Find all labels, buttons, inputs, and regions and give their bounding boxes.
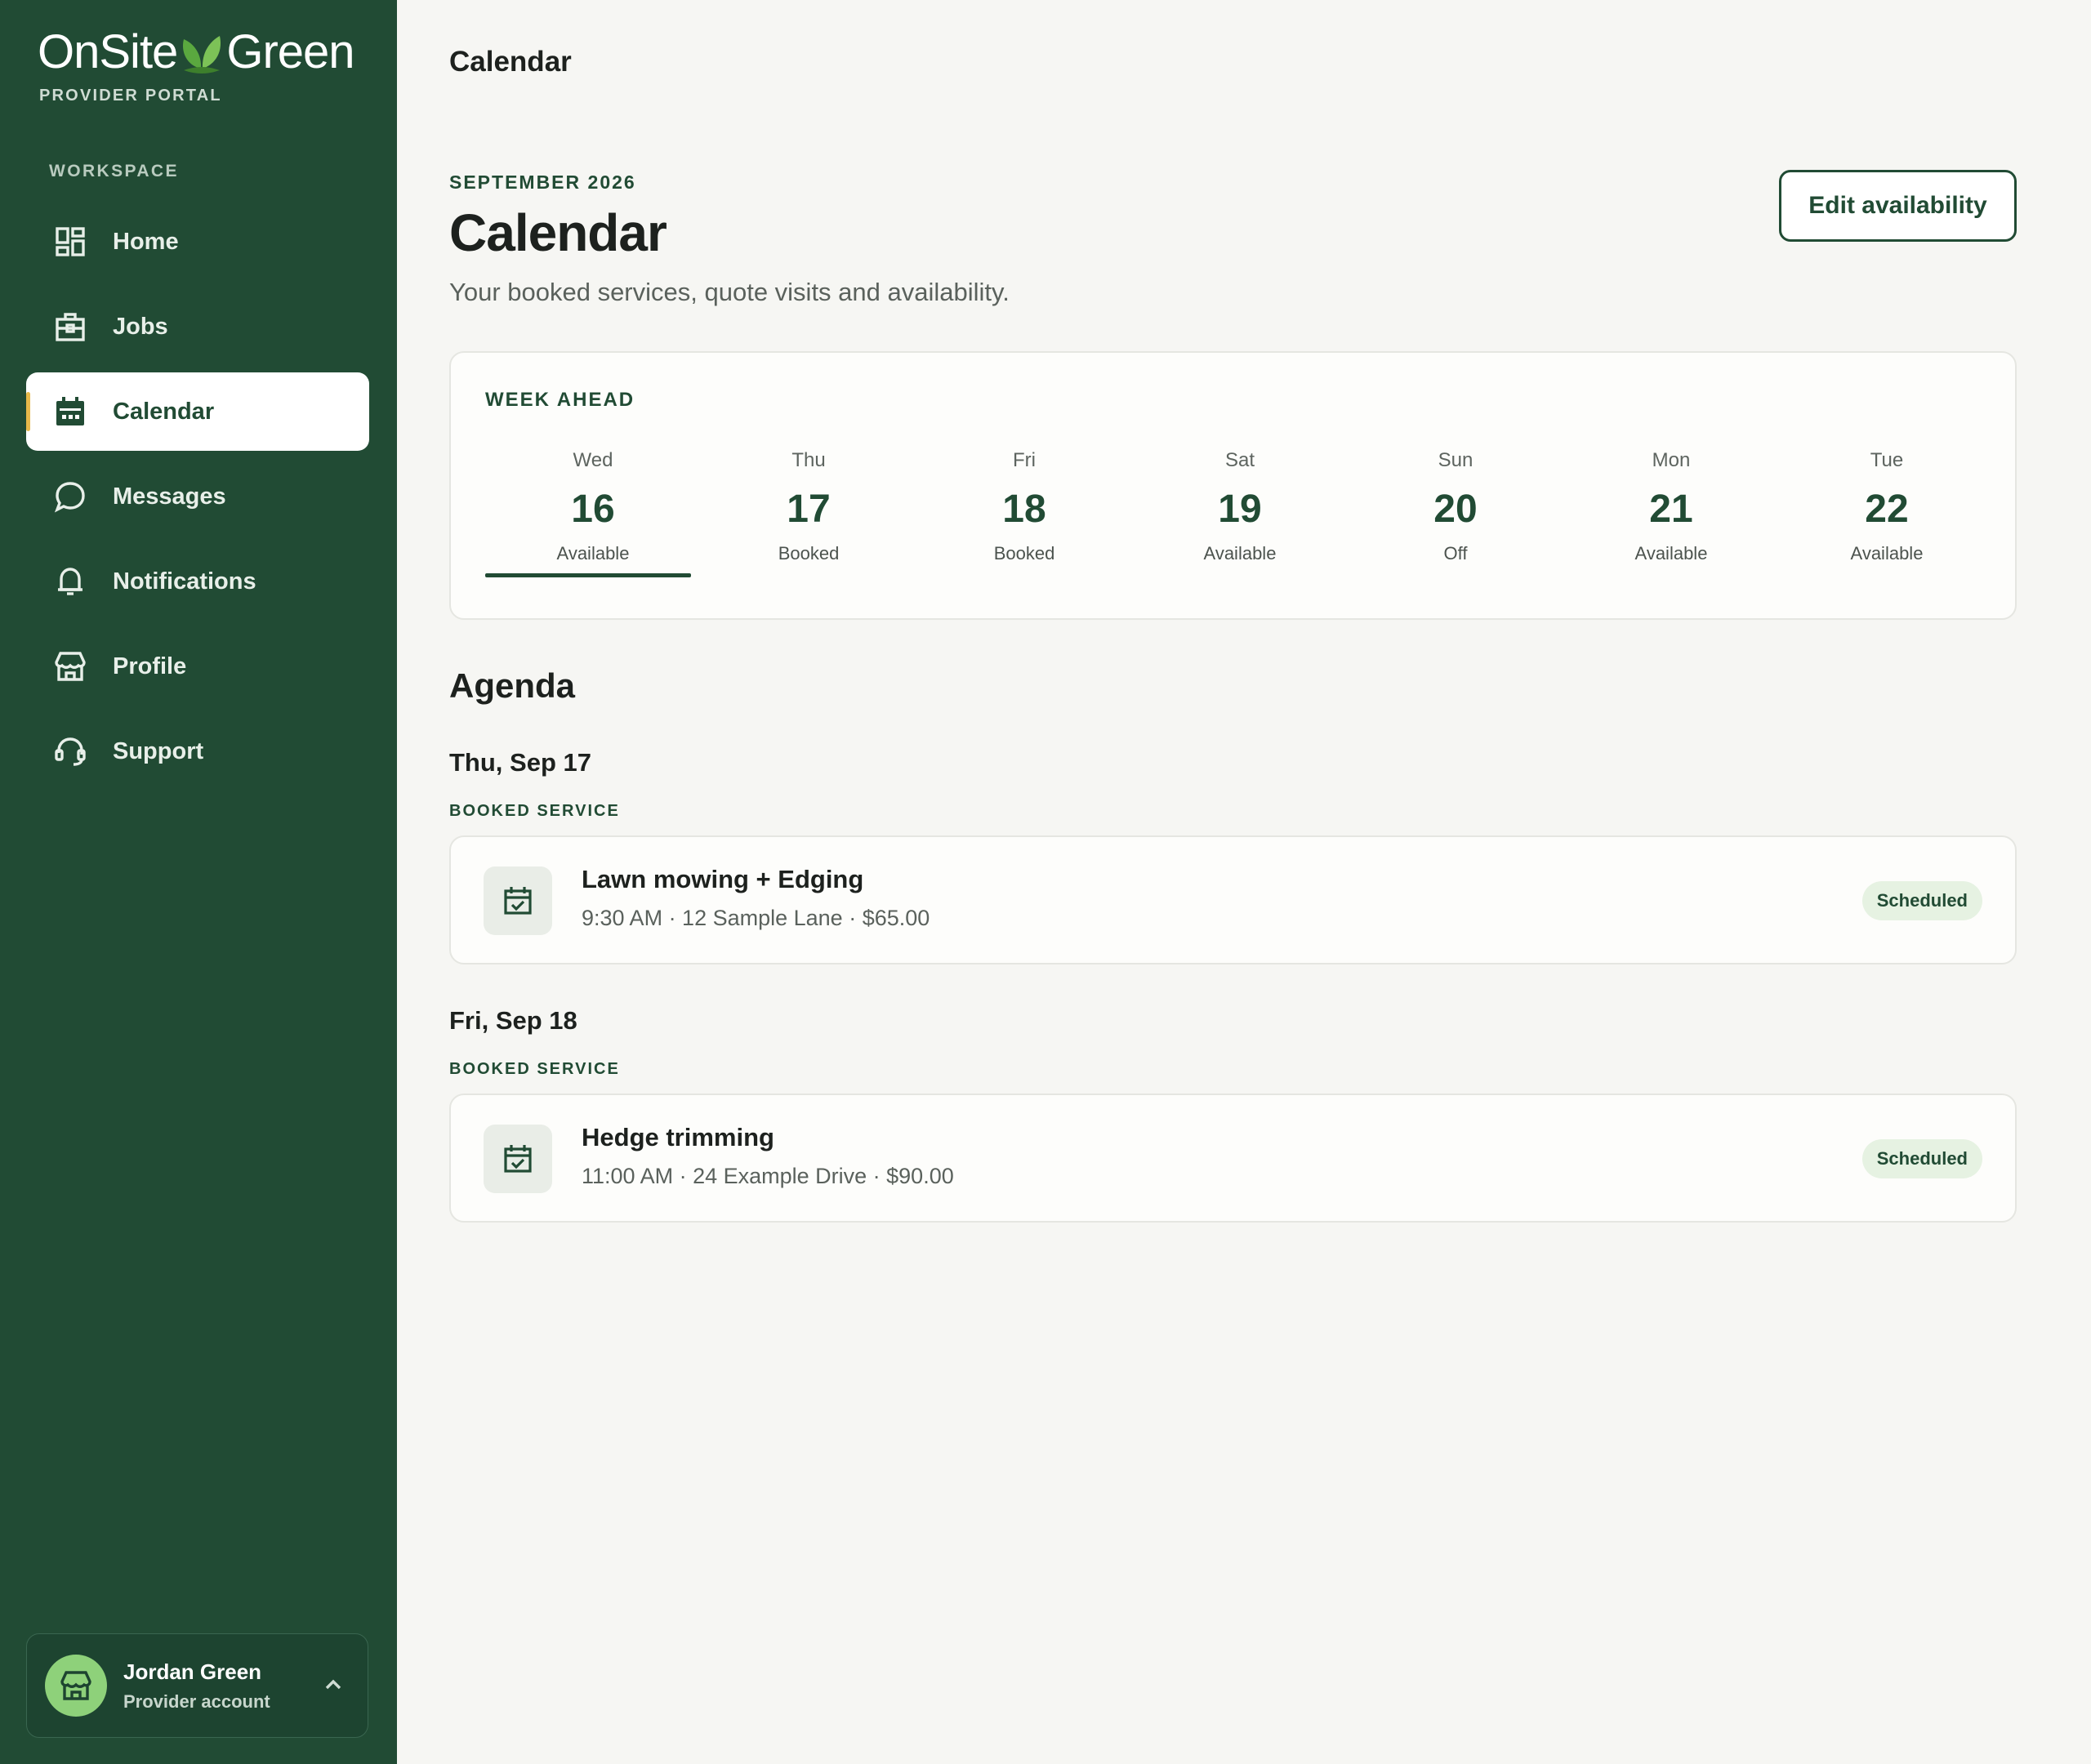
portal-tagline: PROVIDER PORTAL <box>39 87 222 105</box>
sidebar-item-label: Support <box>113 737 204 764</box>
sidebar-item-label: Home <box>113 228 179 255</box>
sidebar-item-support[interactable]: Support <box>26 712 369 791</box>
day-number: 20 <box>1433 488 1478 531</box>
day-number: 19 <box>1218 488 1262 531</box>
status-badge: Scheduled <box>1861 881 1982 920</box>
sidebar-item-label: Notifications <box>113 568 256 595</box>
brand-logo[interactable]: OnSite Green <box>38 24 355 79</box>
calendar-icon <box>54 395 87 428</box>
day-of-week: Mon <box>1652 449 1691 471</box>
status-badge: Scheduled <box>1861 1139 1982 1178</box>
day-mon-21[interactable]: Mon 21 Available <box>1563 449 1779 580</box>
topbar-title: Calendar <box>449 46 572 78</box>
day-tue-22[interactable]: Tue 22 Available <box>1779 449 1995 580</box>
day-sat-19[interactable]: Sat 19 Available <box>1132 449 1348 580</box>
day-status: Booked <box>778 543 840 564</box>
day-status: Booked <box>993 543 1055 564</box>
sidebar-nav: Home Jobs Calendar Messages Notification… <box>26 203 369 797</box>
agenda-date: Thu, Sep 17 <box>449 748 591 777</box>
week-ahead-card: WEEK AHEAD Wed 16 Available Thu 17 Booke… <box>449 351 2017 620</box>
day-status: Available <box>1634 543 1708 564</box>
agenda-item-title: Lawn mowing + Edging <box>582 865 864 893</box>
sidebar: OnSite Green PROVIDER PORTAL WORKSPACE H… <box>0 0 397 1764</box>
agenda-item-title: Hedge trimming <box>582 1123 774 1152</box>
page-title: Calendar <box>449 203 667 262</box>
day-sun-20[interactable]: Sun 20 Off <box>1348 449 1563 580</box>
week-days: Wed 16 Available Thu 17 Booked Fri 18 Bo… <box>485 449 1995 580</box>
day-thu-17[interactable]: Thu 17 Booked <box>701 449 916 580</box>
sidebar-item-label: Calendar <box>113 398 215 425</box>
page-subtitle: Your booked services, quote visits and a… <box>449 278 1010 306</box>
sidebar-item-calendar[interactable]: Calendar <box>26 372 369 451</box>
sidebar-item-notifications[interactable]: Notifications <box>26 542 369 621</box>
week-ahead-label: WEEK AHEAD <box>485 389 635 411</box>
day-status: Available <box>556 543 630 564</box>
day-status: Off <box>1443 543 1468 564</box>
day-status: Available <box>1203 543 1277 564</box>
agenda-item-meta: 9:30 AM · 12 Sample Lane · $65.00 <box>582 906 930 930</box>
storefront-icon <box>60 1671 91 1700</box>
day-fri-18[interactable]: Fri 18 Booked <box>916 449 1132 580</box>
agenda-kind-label: BOOKED SERVICE <box>449 802 620 820</box>
day-status: Available <box>1850 543 1924 564</box>
agenda-item-card[interactable]: Lawn mowing + Edging 9:30 AM · 12 Sample… <box>449 835 2017 964</box>
day-number: 17 <box>787 488 831 531</box>
day-of-week: Sun <box>1438 449 1474 471</box>
chevron-up-icon <box>325 1679 341 1690</box>
day-number: 21 <box>1649 488 1693 531</box>
agenda-title: Agenda <box>449 666 576 705</box>
workspace-section-label: WORKSPACE <box>49 162 179 180</box>
account-name: Jordan Green <box>123 1659 262 1684</box>
day-wed-16[interactable]: Wed 16 Available <box>485 449 701 580</box>
brand-name-left: OnSite <box>38 25 178 78</box>
sidebar-item-label: Jobs <box>113 313 168 340</box>
sidebar-item-messages[interactable]: Messages <box>26 457 369 536</box>
avatar <box>45 1655 107 1717</box>
bell-icon <box>54 565 87 598</box>
day-number: 18 <box>1002 488 1046 531</box>
storefront-icon <box>54 650 87 683</box>
day-number: 16 <box>571 488 615 531</box>
agenda-group: Fri, Sep 18 BOOKED SERVICE Hedge trimmin… <box>449 1006 2017 1223</box>
sidebar-item-home[interactable]: Home <box>26 203 369 281</box>
account-role: Provider account <box>123 1690 270 1712</box>
leaf-icon <box>183 35 221 74</box>
agenda-item-card[interactable]: Hedge trimming 11:00 AM · 24 Example Dri… <box>449 1094 2017 1223</box>
calendar-check-icon <box>484 866 552 935</box>
edit-availability-button[interactable]: Edit availability <box>1779 170 2017 242</box>
chat-bubble-icon <box>54 480 87 513</box>
toolbox-icon <box>54 310 87 343</box>
dashboard-icon <box>54 225 87 258</box>
day-of-week: Fri <box>1013 449 1036 471</box>
day-number: 22 <box>1865 488 1909 531</box>
agenda-date: Fri, Sep 18 <box>449 1006 577 1035</box>
brand-name-right: Green <box>226 25 354 78</box>
agenda-group: Thu, Sep 17 BOOKED SERVICE Lawn mowing +… <box>449 748 2017 964</box>
agenda-item-meta: 11:00 AM · 24 Example Drive · $90.00 <box>582 1164 954 1188</box>
sidebar-item-label: Messages <box>113 483 226 510</box>
sidebar-item-profile[interactable]: Profile <box>26 627 369 706</box>
month-eyebrow: SEPTEMBER 2026 <box>449 172 636 193</box>
day-of-week: Sat <box>1224 449 1255 471</box>
sidebar-item-label: Profile <box>113 653 187 679</box>
day-of-week: Wed <box>573 449 613 471</box>
day-of-week: Thu <box>791 449 826 471</box>
account-switcher[interactable]: Jordan Green Provider account <box>26 1633 368 1738</box>
sidebar-item-jobs[interactable]: Jobs <box>26 287 369 366</box>
agenda-kind-label: BOOKED SERVICE <box>449 1060 620 1078</box>
day-of-week: Tue <box>1870 449 1904 471</box>
headset-icon <box>54 735 87 768</box>
calendar-check-icon <box>484 1125 552 1193</box>
